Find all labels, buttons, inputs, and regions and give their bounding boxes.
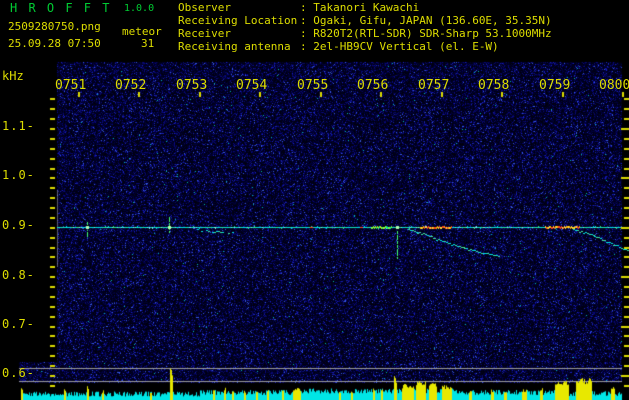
freq-axis-label: 1.0-	[2, 169, 35, 181]
info-row: Receiving antenna: 2el-HB9CV Vertical (e…	[178, 41, 552, 54]
observation-mode: meteor	[122, 26, 162, 37]
info-separator: :	[300, 27, 307, 40]
info-value: R820T2(RTL-SDR) SDR-Sharp 53.1000MHz	[313, 27, 551, 40]
app-version: 1.0.0	[124, 4, 154, 14]
info-separator: :	[300, 1, 307, 14]
time-axis-label: 0755	[297, 79, 328, 92]
receiver-info-block: Observer: Takanori Kawachi Receiving Loc…	[178, 2, 552, 54]
time-axis-label: 0753	[176, 79, 207, 92]
time-axis-label: 0756	[357, 79, 388, 92]
time-axis-label: 0752	[115, 79, 146, 92]
time-axis-label: 0754	[236, 79, 267, 92]
freq-axis-label: 0.8-	[2, 269, 35, 281]
info-value: Takanori Kawachi	[313, 1, 419, 14]
info-label: Receiver	[178, 28, 300, 41]
freq-axis-label: 0.9-	[2, 219, 35, 231]
freq-axis-label: 1.1-	[2, 120, 35, 132]
info-label: Receiving Location	[178, 15, 300, 28]
info-label: Receiving antenna	[178, 41, 300, 54]
info-separator: :	[300, 40, 307, 53]
freq-axis-label: 0.6-	[2, 367, 35, 379]
info-separator: :	[300, 14, 307, 27]
app-title: H R O F F T	[10, 2, 111, 14]
time-axis-label: 0800	[599, 79, 629, 92]
observation-datetime: 25.09.28 07:50	[8, 38, 101, 49]
time-axis-label: 0757	[418, 79, 449, 92]
freq-axis-unit: kHz	[2, 70, 24, 82]
info-label: Observer	[178, 2, 300, 15]
info-value: Ogaki, Gifu, JAPAN (136.60E, 35.35N)	[313, 14, 551, 27]
info-value: 2el-HB9CV Vertical (el. E-W)	[313, 40, 498, 53]
time-axis-label: 0759	[539, 79, 570, 92]
freq-axis-label: 0.7-	[2, 318, 35, 330]
time-axis-label: 0751	[55, 79, 86, 92]
hrofft-screen: H R O F F T 1.0.0 2509280750.png meteor …	[0, 0, 629, 400]
meteor-count: 31	[141, 38, 154, 49]
output-filename: 2509280750.png	[8, 21, 101, 32]
spectrogram-canvas	[0, 0, 629, 400]
time-axis-label: 0758	[478, 79, 509, 92]
